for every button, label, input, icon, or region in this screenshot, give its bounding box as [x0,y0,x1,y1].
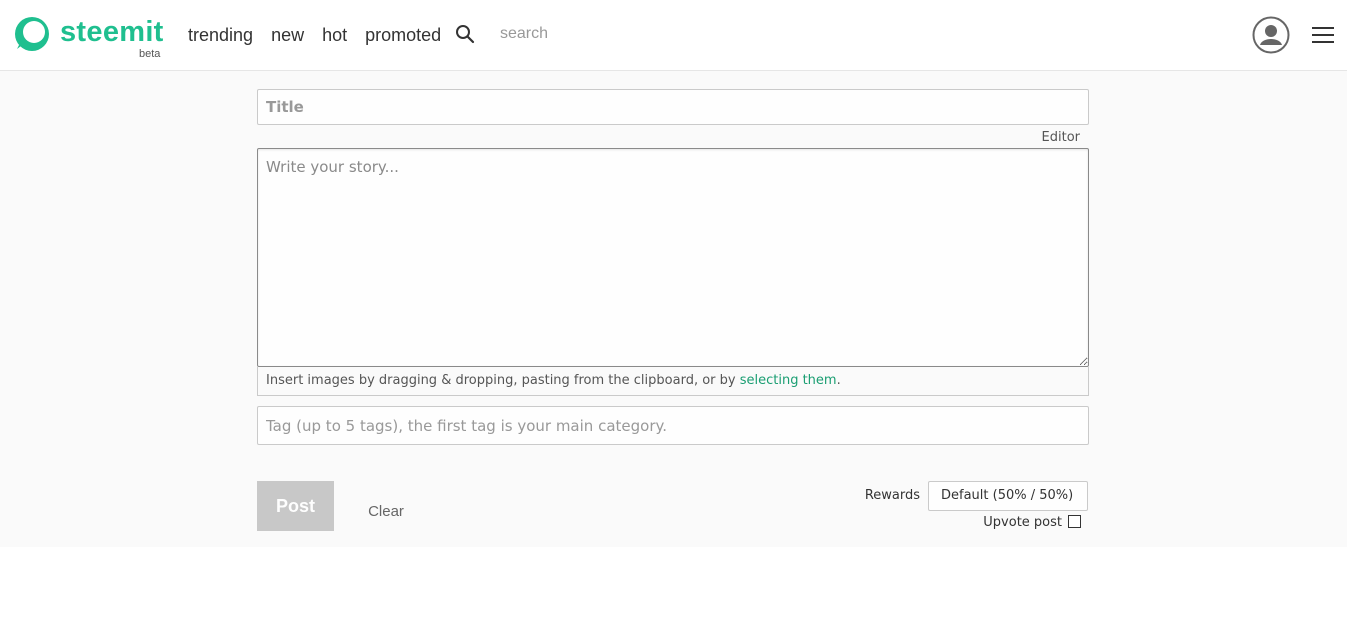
hamburger-menu-icon[interactable] [1312,27,1334,45]
search-input[interactable] [490,21,790,47]
beta-badge: beta [139,48,161,60]
editor-mode-toggle[interactable]: Editor [1020,130,1080,145]
rewards-label: Rewards [864,488,920,503]
user-avatar-icon[interactable] [1252,16,1290,54]
nav-new[interactable]: new [271,25,304,46]
rewards-select[interactable]: Default (50% / 50%) [928,481,1088,511]
steemit-logo[interactable]: steemit beta [12,14,164,62]
story-body-textarea[interactable] [257,148,1089,367]
upvote-post-label: Upvote post [983,515,1062,530]
tags-input[interactable] [257,406,1089,445]
submit-story-form: Editor Insert images by dragging & dropp… [0,71,1347,547]
insert-hint-text: Insert images by dragging & dropping, pa… [266,373,740,388]
clear-button[interactable]: Clear [360,501,412,521]
image-insert-hint: Insert images by dragging & dropping, pa… [257,367,1089,396]
nav-promoted[interactable]: promoted [365,25,441,46]
title-input[interactable] [257,89,1089,125]
site-header: steemit beta trending new hot promoted [0,0,1347,71]
search-icon[interactable] [455,24,475,44]
nav-hot[interactable]: hot [322,25,347,46]
select-images-link[interactable]: selecting them [740,373,837,388]
nav-trending[interactable]: trending [188,25,253,46]
upvote-post-checkbox[interactable] [1068,515,1081,528]
insert-hint-suffix: . [836,373,841,388]
main-nav: trending new hot promoted [188,22,459,48]
steemit-logo-icon [15,17,49,51]
post-button[interactable]: Post [257,481,334,531]
brand-name: steemit [60,16,164,48]
